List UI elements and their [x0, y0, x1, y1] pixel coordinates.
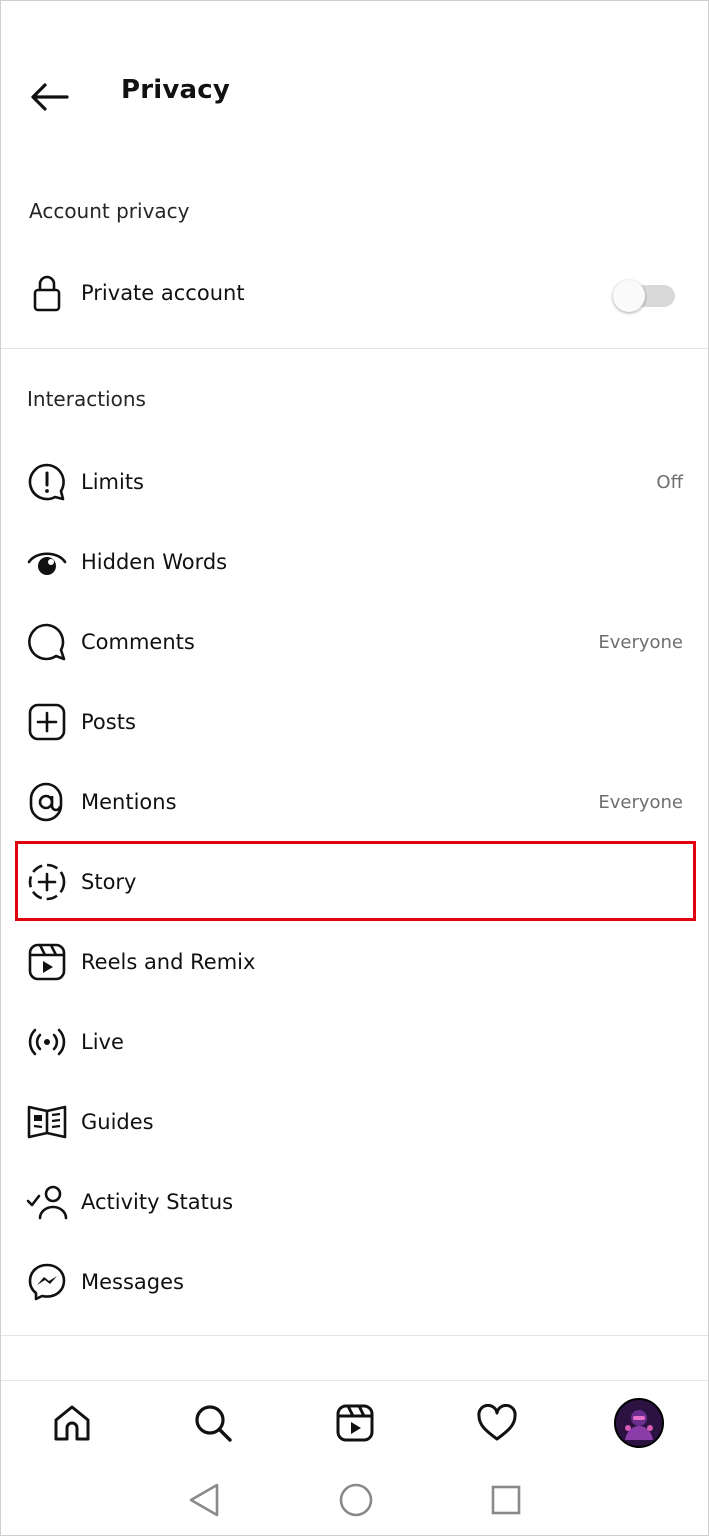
item-label: Limits	[81, 470, 144, 494]
section-heading-interactions: Interactions	[27, 387, 146, 411]
lock-icon	[25, 271, 69, 315]
interaction-item-mentions[interactable]: Mentions Everyone	[1, 762, 708, 842]
heart-icon	[477, 1404, 517, 1441]
item-label: Live	[81, 1030, 124, 1054]
at-sign-icon	[25, 780, 69, 824]
comment-icon	[25, 620, 69, 664]
item-label: Posts	[81, 710, 136, 734]
section-divider	[1, 1335, 708, 1336]
plus-square-icon	[25, 700, 69, 744]
guides-icon	[25, 1100, 69, 1144]
back-triangle-icon	[189, 1483, 219, 1517]
search-icon	[195, 1405, 232, 1442]
system-home-button[interactable]	[333, 1477, 379, 1523]
interaction-item-story[interactable]: Story	[1, 842, 708, 922]
interaction-item-guides[interactable]: Guides	[1, 1082, 708, 1162]
top-bar: Privacy	[1, 1, 708, 191]
privacy-screen: Privacy Account privacy Private account …	[0, 0, 709, 1536]
page-title: Privacy	[121, 75, 231, 105]
recents-square-icon	[491, 1485, 521, 1515]
item-label: Story	[81, 870, 137, 894]
interaction-item-posts[interactable]: Posts	[1, 682, 708, 762]
item-value: Off	[656, 471, 683, 493]
nav-search-button[interactable]	[185, 1395, 241, 1451]
profile-avatar	[614, 1398, 664, 1448]
private-account-toggle[interactable]	[613, 280, 675, 312]
item-label: Comments	[81, 630, 195, 654]
reels-icon	[336, 1404, 374, 1442]
nav-activity-button[interactable]	[469, 1395, 525, 1451]
system-recents-button[interactable]	[483, 1477, 529, 1523]
activity-status-icon	[25, 1180, 69, 1224]
nav-reels-button[interactable]	[327, 1395, 383, 1451]
item-value: Everyone	[598, 791, 683, 813]
reels-icon	[25, 940, 69, 984]
item-value: Everyone	[598, 631, 683, 653]
interaction-item-limits[interactable]: Limits Off	[1, 442, 708, 522]
section-heading-account-privacy: Account privacy	[29, 199, 190, 223]
item-label: Activity Status	[81, 1190, 234, 1214]
messenger-icon	[25, 1260, 69, 1304]
hidden-words-icon	[25, 540, 69, 584]
interaction-item-hidden-words[interactable]: Hidden Words	[1, 522, 708, 602]
system-back-button[interactable]	[181, 1477, 227, 1523]
interaction-item-messages[interactable]: Messages	[1, 1242, 708, 1322]
home-icon	[54, 1405, 90, 1441]
item-label: Reels and Remix	[81, 950, 256, 974]
item-label: Guides	[81, 1110, 154, 1134]
back-button[interactable]	[23, 71, 75, 123]
item-label: Mentions	[81, 790, 177, 814]
toggle-knob	[613, 280, 645, 312]
interaction-item-activity-status[interactable]: Activity Status	[1, 1162, 708, 1242]
system-nav-bar	[1, 1462, 708, 1535]
private-account-row[interactable]: Private account	[1, 253, 708, 333]
live-icon	[25, 1020, 69, 1064]
item-label: Hidden Words	[81, 550, 228, 574]
private-account-label: Private account	[81, 281, 245, 305]
item-label: Messages	[81, 1270, 184, 1294]
interaction-item-reels-and-remix[interactable]: Reels and Remix	[1, 922, 708, 1002]
section-divider	[1, 348, 708, 349]
arrow-left-icon	[31, 83, 69, 111]
interaction-item-comments[interactable]: Comments Everyone	[1, 602, 708, 682]
home-circle-icon	[339, 1483, 373, 1517]
story-add-icon	[25, 860, 69, 904]
nav-profile-button[interactable]	[611, 1395, 667, 1451]
limits-icon	[25, 460, 69, 504]
nav-home-button[interactable]	[44, 1395, 100, 1451]
bottom-nav-bar	[1, 1380, 708, 1462]
interaction-item-live[interactable]: Live	[1, 1002, 708, 1082]
